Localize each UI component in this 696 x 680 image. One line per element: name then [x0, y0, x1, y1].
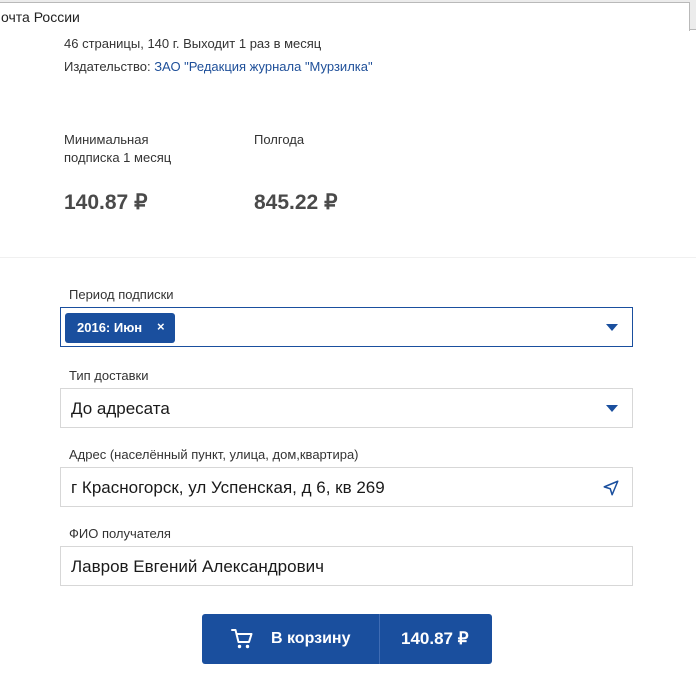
browser-tab-bar: очта России [0, 0, 696, 31]
publisher-link[interactable]: ЗАО "Редакция журнала "Мурзилка" [154, 59, 372, 74]
chip-remove-icon[interactable]: × [157, 319, 165, 334]
half-year-label: Полгода [254, 132, 305, 147]
issue-info: 46 страницы, 140 г. Выходит 1 раз в меся… [64, 36, 322, 51]
navigation-arrow-icon[interactable] [602, 479, 620, 497]
add-to-cart-button[interactable]: В корзину 140.87 ₽ [202, 614, 492, 664]
period-select[interactable]: 2016: Июн × [60, 307, 633, 347]
address-label: Адрес (населённый пункт, улица, дом,квар… [69, 447, 359, 462]
delivery-type-select[interactable]: До адресата [60, 388, 633, 428]
min-subscription-label-line2: подписка 1 месяц [64, 150, 172, 165]
delivery-type-label: Тип доставки [69, 368, 149, 383]
button-divider [379, 614, 380, 664]
min-subscription-label-line1: Минимальная [64, 132, 149, 147]
min-subscription-label: Минимальная подписка 1 месяц [64, 131, 171, 167]
chevron-down-icon[interactable] [606, 324, 618, 331]
recipient-name-input[interactable]: Лавров Евгений Александрович [60, 546, 633, 586]
publisher-label: Издательство: [64, 59, 151, 74]
address-input[interactable]: г Красногорск, ул Успенская, д 6, кв 269 [60, 467, 633, 507]
section-divider [0, 257, 696, 258]
publisher-line: Издательство: ЗАО "Редакция журнала "Мур… [64, 59, 373, 74]
recipient-name-value: Лавров Евгений Александрович [71, 557, 324, 576]
add-to-cart-label: В корзину [271, 630, 351, 647]
chevron-down-icon[interactable] [606, 405, 618, 412]
half-year-price: 845.22 ₽ [254, 191, 338, 214]
cart-price: 140.87 ₽ [401, 629, 469, 648]
browser-tab[interactable]: очта России [0, 2, 690, 31]
delivery-type-value: До адресата [71, 399, 170, 418]
recipient-label: ФИО получателя [69, 526, 171, 541]
period-chip: 2016: Июн × [65, 313, 175, 343]
period-chip-label: 2016: Июн [77, 320, 143, 335]
min-subscription-price: 140.87 ₽ [64, 191, 148, 214]
browser-tab-title: очта России [1, 9, 80, 25]
period-label: Период подписки [69, 287, 174, 302]
shopping-cart-icon [231, 629, 253, 649]
address-value: г Красногорск, ул Успенская, д 6, кв 269 [71, 478, 385, 497]
